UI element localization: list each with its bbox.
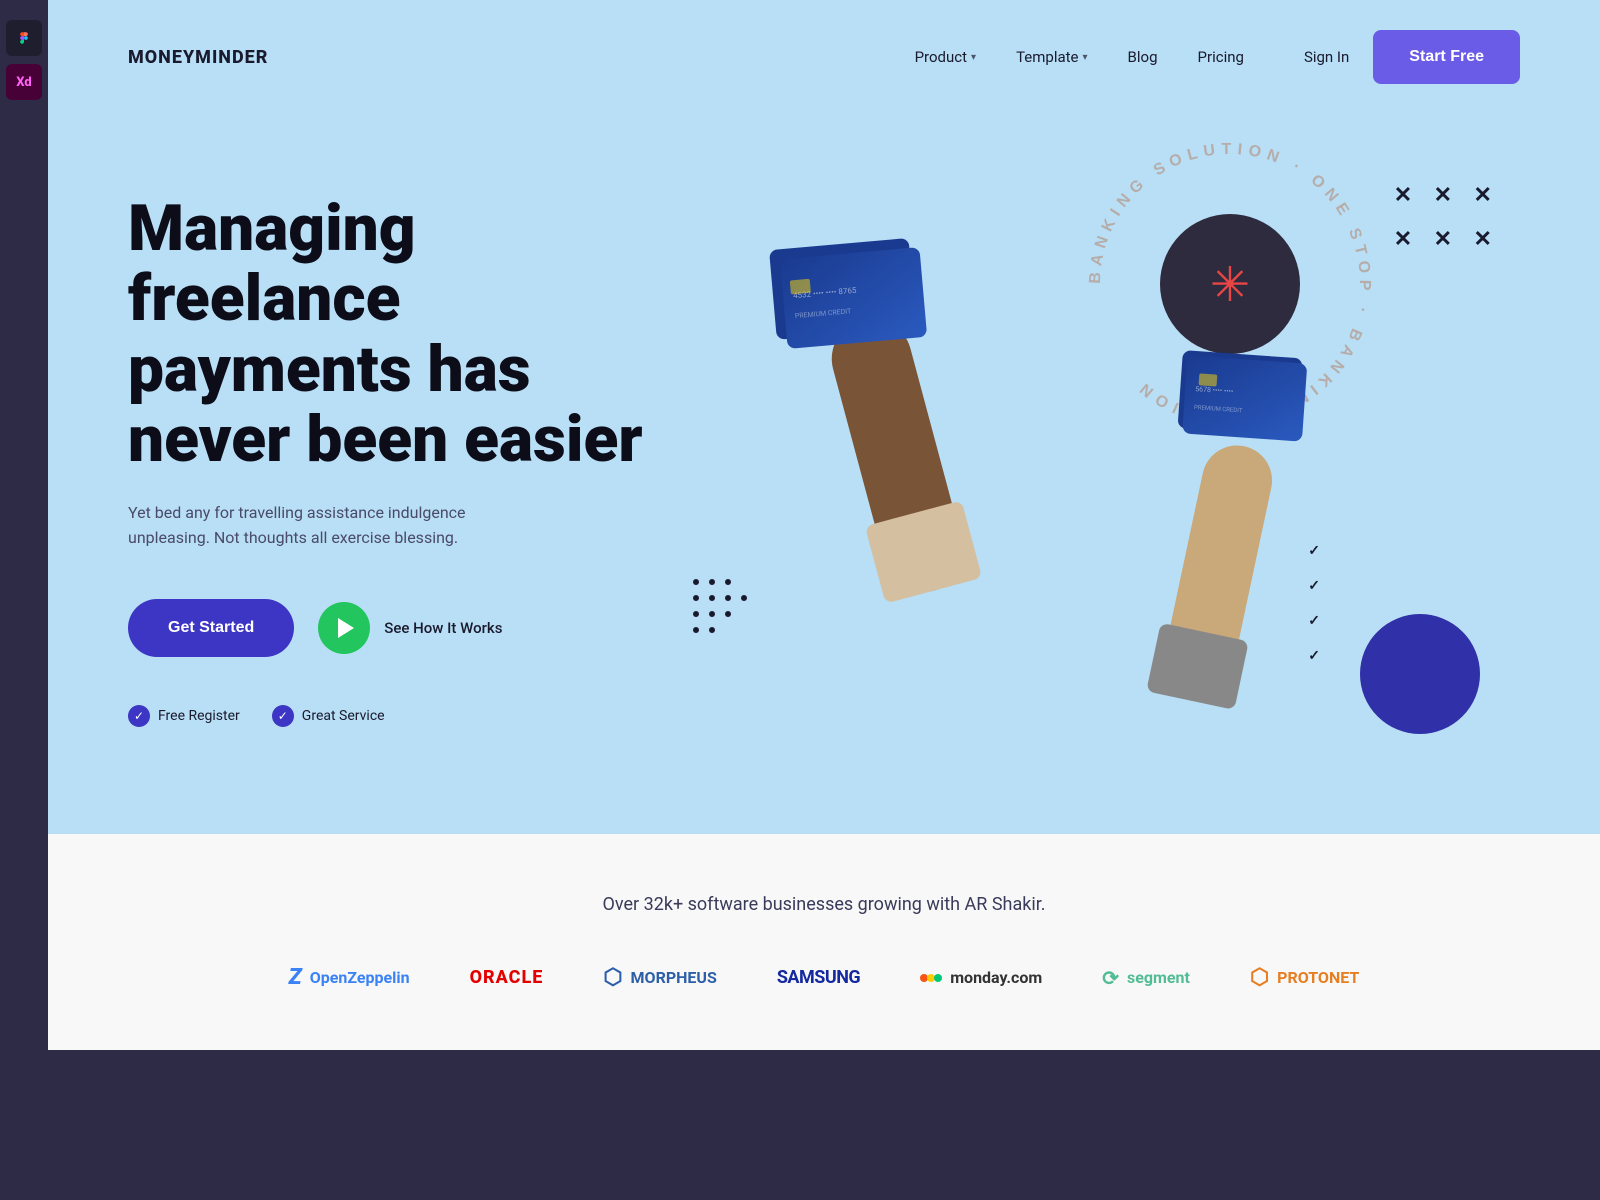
hero-illustration: 4532 •••• •••• 8765 PREMIUM CREDIT 5678 …: [748, 94, 1448, 774]
nav-product[interactable]: Product ▾: [915, 48, 976, 66]
figma-tool[interactable]: [6, 20, 42, 56]
hero-body: Managing freelance payments has never be…: [48, 114, 1600, 834]
check-icon-1: ✓: [128, 705, 150, 727]
play-button[interactable]: [318, 602, 370, 654]
growing-tagline: Over 32k+ software businesses growing wi…: [128, 894, 1520, 915]
badge-free-register: ✓ Free Register: [128, 705, 240, 727]
hero-title: Managing freelance payments has never be…: [128, 194, 688, 476]
hero-right: ✕ ✕ ✕✕ ✕ ✕ BANKING SOLUTION · ONE STOP ·…: [688, 154, 1520, 774]
badge-great-service: ✓ Great Service: [272, 705, 385, 727]
logo-monday: monday.com: [920, 967, 1042, 989]
play-icon: [338, 618, 354, 638]
hero-section: MONEYMINDER Product ▾ Template ▾ Blog Pr…: [48, 0, 1600, 834]
check-icon-2: ✓: [272, 705, 294, 727]
nav-links: Product ▾ Template ▾ Blog Pricing: [915, 48, 1244, 66]
nav-template[interactable]: Template ▾: [1016, 48, 1087, 66]
hero-badges: ✓ Free Register ✓ Great Service: [128, 705, 688, 727]
nav-blog[interactable]: Blog: [1128, 48, 1158, 66]
logo-openzeppelin: Z OpenZeppelin: [289, 965, 410, 990]
hero-description: Yet bed any for travelling assistance in…: [128, 500, 508, 551]
navbar: MONEYMINDER Product ▾ Template ▾ Blog Pr…: [48, 0, 1600, 114]
logo-segment: ⟳ segment: [1102, 966, 1190, 990]
logo-oracle: ORACLE: [470, 967, 544, 988]
see-how-works[interactable]: See How It Works: [318, 602, 502, 654]
logo-protonet: ⬡ PROTONET: [1250, 965, 1359, 990]
nav-actions: Sign In Start Free: [1304, 30, 1520, 84]
template-chevron-icon: ▾: [1083, 52, 1088, 63]
see-how-text: See How It Works: [384, 619, 502, 637]
hero-cta: Get Started See How It Works: [128, 599, 688, 657]
logo-morpheus: ⬡ MORPHEUS: [603, 965, 717, 990]
main-content: MONEYMINDER Product ▾ Template ▾ Blog Pr…: [48, 0, 1600, 1050]
lower-section: Over 32k+ software businesses growing wi…: [48, 834, 1600, 1050]
product-chevron-icon: ▾: [971, 52, 976, 63]
openzeppelin-icon: Z: [289, 965, 302, 990]
nav-pricing[interactable]: Pricing: [1198, 48, 1244, 66]
segment-icon: ⟳: [1102, 966, 1119, 990]
sidebar: Xd: [0, 0, 48, 1200]
sign-in-link[interactable]: Sign In: [1304, 48, 1349, 66]
logo-samsung: SAMSUNG: [777, 967, 860, 988]
logos-row: Z OpenZeppelin ORACLE ⬡ MORPHEUS SAMSUNG: [128, 965, 1520, 990]
get-started-button[interactable]: Get Started: [128, 599, 294, 657]
start-free-button[interactable]: Start Free: [1373, 30, 1520, 84]
protonet-icon: ⬡: [1250, 965, 1269, 990]
monday-icon: [920, 967, 942, 989]
hero-left: Managing freelance payments has never be…: [128, 154, 688, 727]
logo: MONEYMINDER: [128, 47, 268, 68]
xd-tool[interactable]: Xd: [6, 64, 42, 100]
morpheus-icon: ⬡: [603, 965, 622, 990]
